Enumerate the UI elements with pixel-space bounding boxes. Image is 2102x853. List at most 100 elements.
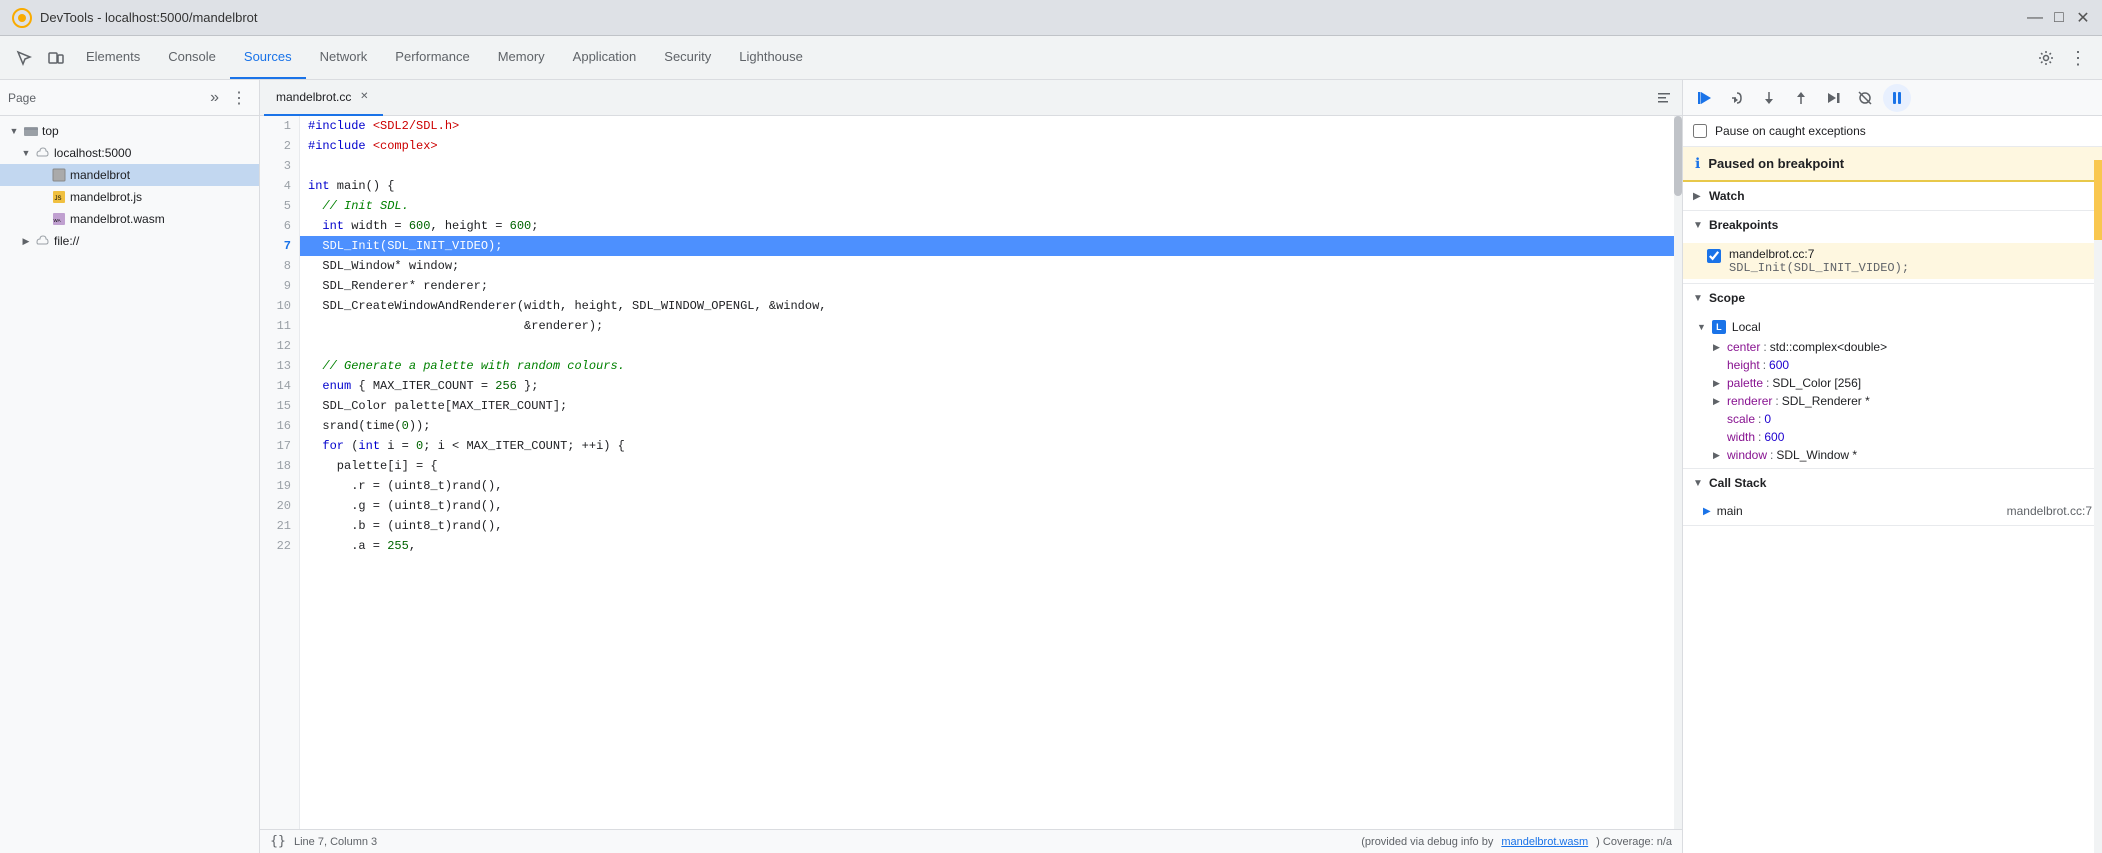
tree-item-file[interactable]: ▶ file:// bbox=[0, 230, 259, 252]
tree-label-mandelbrot-js: mandelbrot.js bbox=[70, 190, 142, 204]
line-num-8[interactable]: 8 bbox=[260, 256, 299, 276]
line-num-14[interactable]: 14 bbox=[260, 376, 299, 396]
right-panel: Pause on caught exceptions ℹ Paused on b… bbox=[1682, 80, 2102, 853]
status-wasm-link[interactable]: mandelbrot.wasm bbox=[1501, 836, 1588, 848]
code-lines[interactable]: #include <SDL2/SDL.h> #include <complex>… bbox=[300, 116, 1682, 829]
code-line-17: for (int i = 0; i < MAX_ITER_COUNT; ++i)… bbox=[300, 436, 1682, 456]
tree-item-mandelbrot-wasm[interactable]: WA mandelbrot.wasm bbox=[0, 208, 259, 230]
line-num-20[interactable]: 20 bbox=[260, 496, 299, 516]
scope-expand-palette[interactable]: ▶ bbox=[1713, 378, 1723, 389]
format-button[interactable] bbox=[1650, 84, 1678, 112]
device-toggle-icon[interactable] bbox=[40, 36, 72, 80]
step-out-button[interactable] bbox=[1787, 84, 1815, 112]
line-num-4[interactable]: 4 bbox=[260, 176, 299, 196]
maximize-button[interactable]: □ bbox=[2052, 11, 2066, 25]
deactivate-breakpoints-button[interactable] bbox=[1851, 84, 1879, 112]
line-num-10[interactable]: 10 bbox=[260, 296, 299, 316]
right-scrollbar-thumb[interactable] bbox=[2094, 160, 2102, 240]
step-button[interactable] bbox=[1819, 84, 1847, 112]
step-into-button[interactable] bbox=[1755, 84, 1783, 112]
breakpoint-info: mandelbrot.cc:7 SDL_Init(SDL_INIT_VIDEO)… bbox=[1729, 247, 1909, 275]
callstack-title: Call Stack bbox=[1709, 476, 1766, 490]
watch-arrow: ▶ bbox=[1693, 191, 1703, 202]
scope-sep-width: : bbox=[1758, 430, 1761, 444]
paused-text: Paused on breakpoint bbox=[1708, 156, 1844, 171]
cloud-icon bbox=[36, 146, 50, 160]
line-num-21[interactable]: 21 bbox=[260, 516, 299, 536]
tab-sources[interactable]: Sources bbox=[230, 36, 306, 79]
code-tab-mandelbrot[interactable]: mandelbrot.cc ✕ bbox=[264, 80, 383, 116]
code-scrollbar[interactable] bbox=[1674, 116, 1682, 829]
scope-expand-center[interactable]: ▶ bbox=[1713, 342, 1723, 353]
line-num-5[interactable]: 5 bbox=[260, 196, 299, 216]
scope-local-badge: L bbox=[1712, 320, 1726, 334]
line-num-6[interactable]: 6 bbox=[260, 216, 299, 236]
watch-header[interactable]: ▶ Watch bbox=[1683, 182, 2102, 210]
sidebar-menu-btn[interactable]: ⋮ bbox=[227, 86, 251, 110]
resume-button[interactable] bbox=[1691, 84, 1719, 112]
scope-expand-window[interactable]: ▶ bbox=[1713, 450, 1723, 461]
line-num-3[interactable]: 3 bbox=[260, 156, 299, 176]
scope-header[interactable]: ▼ Scope bbox=[1683, 284, 2102, 312]
settings-icon[interactable] bbox=[2030, 36, 2062, 80]
sidebar-more-icon[interactable]: » bbox=[206, 87, 223, 109]
scope-expand-renderer[interactable]: ▶ bbox=[1713, 396, 1723, 407]
scope-local-header[interactable]: ▼ L Local bbox=[1683, 316, 2102, 338]
tree-item-mandelbrot-js[interactable]: JS mandelbrot.js bbox=[0, 186, 259, 208]
tab-memory[interactable]: Memory bbox=[484, 36, 559, 79]
tab-application[interactable]: Application bbox=[559, 36, 651, 79]
line-num-15[interactable]: 15 bbox=[260, 396, 299, 416]
line-num-13[interactable]: 13 bbox=[260, 356, 299, 376]
line-num-17[interactable]: 17 bbox=[260, 436, 299, 456]
code-line-7: SDL_Init(SDL_INIT_VIDEO); bbox=[300, 236, 1682, 256]
callstack-icon: ▶ bbox=[1703, 506, 1711, 517]
step-over-button[interactable] bbox=[1723, 84, 1751, 112]
code-line-4: int main() { bbox=[300, 176, 1682, 196]
line-num-18[interactable]: 18 bbox=[260, 456, 299, 476]
breakpoints-header[interactable]: ▼ Breakpoints bbox=[1683, 211, 2102, 239]
pause-caught-checkbox[interactable] bbox=[1693, 124, 1707, 138]
line-num-12[interactable]: 12 bbox=[260, 336, 299, 356]
status-position: Line 7, Column 3 bbox=[294, 836, 377, 848]
tab-security[interactable]: Security bbox=[650, 36, 725, 79]
pretty-print-icon[interactable]: {} bbox=[270, 834, 286, 850]
line-num-16[interactable]: 16 bbox=[260, 416, 299, 436]
callstack-item-main[interactable]: ▶ main mandelbrot.cc:7 bbox=[1683, 501, 2102, 521]
line-num-22[interactable]: 22 bbox=[260, 536, 299, 556]
tab-elements[interactable]: Elements bbox=[72, 36, 154, 79]
line-num-11[interactable]: 11 bbox=[260, 316, 299, 336]
code-line-18: palette[i] = { bbox=[300, 456, 1682, 476]
tab-performance[interactable]: Performance bbox=[381, 36, 483, 79]
code-line-13: // Generate a palette with random colour… bbox=[300, 356, 1682, 376]
callstack-section: ▼ Call Stack ▶ main mandelbrot.cc:7 bbox=[1683, 469, 2102, 526]
pause-on-exceptions-button[interactable] bbox=[1883, 84, 1911, 112]
tree-item-localhost[interactable]: ▼ localhost:5000 bbox=[0, 142, 259, 164]
tree-item-top[interactable]: ▼ top bbox=[0, 120, 259, 142]
scope-content: ▼ L Local ▶ center : std::complex<double… bbox=[1683, 312, 2102, 468]
line-num-2[interactable]: 2 bbox=[260, 136, 299, 156]
wasm-file-icon: WA bbox=[52, 212, 66, 226]
line-num-9[interactable]: 9 bbox=[260, 276, 299, 296]
line-numbers: 1 2 3 4 5 6 7 8 9 10 11 12 13 14 15 16 1… bbox=[260, 116, 300, 829]
code-tab-close[interactable]: ✕ bbox=[357, 90, 371, 104]
close-button[interactable]: ✕ bbox=[2076, 11, 2090, 25]
inspect-icon[interactable] bbox=[8, 36, 40, 80]
right-scrollbar[interactable] bbox=[2094, 160, 2102, 853]
scope-key-center: center bbox=[1727, 340, 1760, 354]
right-panel-scroll[interactable]: Pause on caught exceptions ℹ Paused on b… bbox=[1683, 116, 2102, 853]
scope-sep-scale: : bbox=[1758, 412, 1761, 426]
tab-console[interactable]: Console bbox=[154, 36, 230, 79]
line-num-19[interactable]: 19 bbox=[260, 476, 299, 496]
line-num-1[interactable]: 1 bbox=[260, 116, 299, 136]
callstack-header[interactable]: ▼ Call Stack bbox=[1683, 469, 2102, 497]
scope-key-scale: scale bbox=[1727, 412, 1755, 426]
tree-item-mandelbrot[interactable]: mandelbrot bbox=[0, 164, 259, 186]
more-options-icon[interactable]: ⋮ bbox=[2062, 36, 2094, 80]
code-line-5: // Init SDL. bbox=[300, 196, 1682, 216]
tab-network[interactable]: Network bbox=[306, 36, 382, 79]
code-scrollbar-thumb[interactable] bbox=[1674, 116, 1682, 196]
breakpoint-checkbox[interactable] bbox=[1707, 249, 1721, 263]
line-num-7[interactable]: 7 bbox=[260, 236, 299, 256]
minimize-button[interactable]: — bbox=[2028, 11, 2042, 25]
tab-lighthouse[interactable]: Lighthouse bbox=[725, 36, 817, 79]
